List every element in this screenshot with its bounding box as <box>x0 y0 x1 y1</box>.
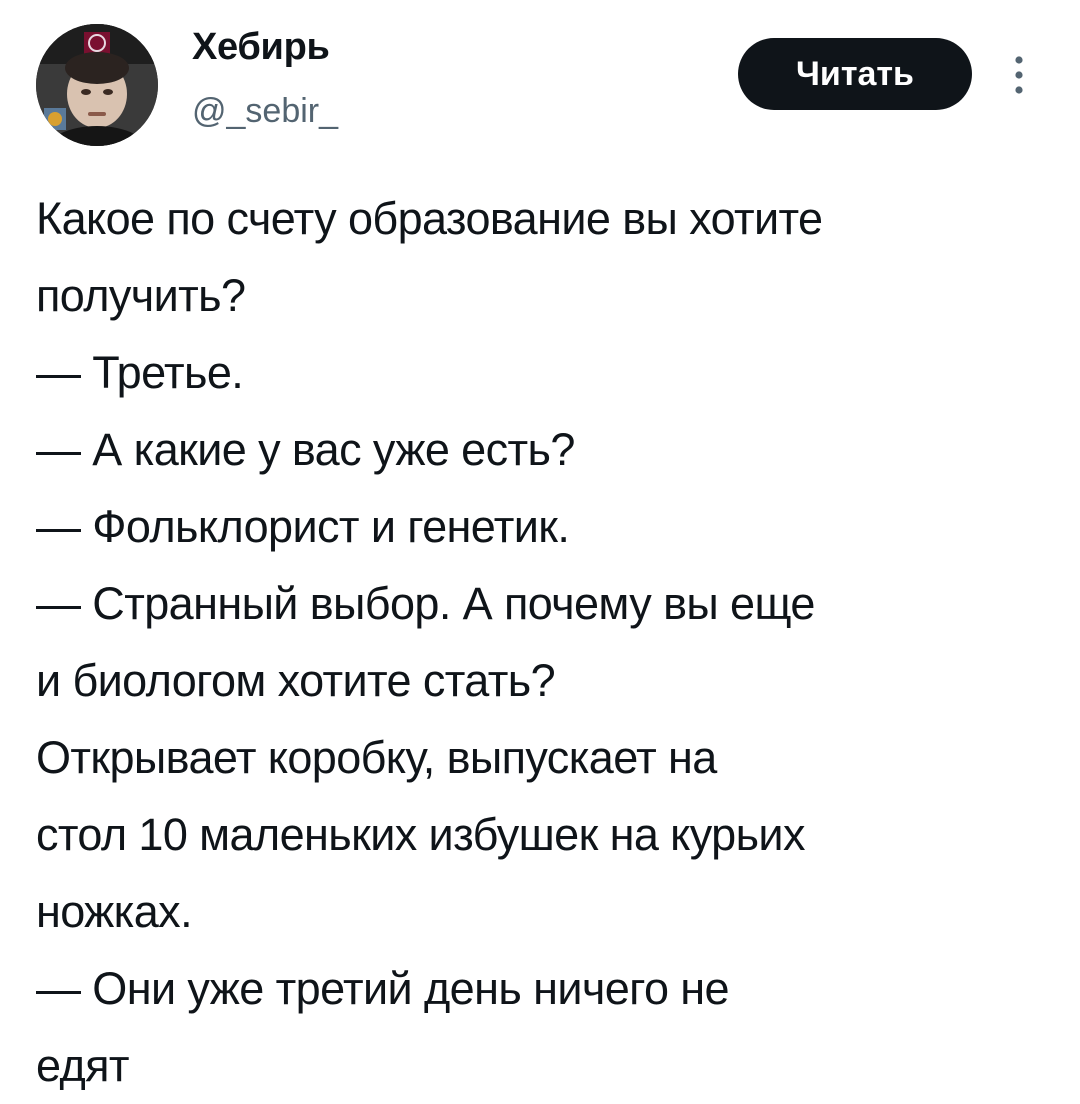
tweet-line: — А какие у вас уже есть? <box>36 424 575 475</box>
vertical-ellipsis-icon <box>1015 56 1023 94</box>
author-handle[interactable]: @_sebir_ <box>192 92 338 131</box>
tweet-line: едят <box>36 1040 129 1091</box>
tweet-line: — Они уже третий день ничего не <box>36 963 730 1014</box>
tweet-line: ножках. <box>36 886 193 937</box>
tweet-line: — Странный выбор. А почему вы еще <box>36 578 815 629</box>
author-display-name[interactable]: Хебирь <box>192 26 330 69</box>
tweet-line: стол 10 маленьких избушек на курьих <box>36 809 805 860</box>
tweet-text: Какое по счету образование вы хотите пол… <box>36 180 1046 1104</box>
tweet-line: и биологом хотите стать? <box>36 655 556 706</box>
more-options-button[interactable] <box>1002 50 1036 100</box>
user-avatar-photo-icon <box>36 24 158 146</box>
follow-button[interactable]: Читать <box>738 38 972 110</box>
tweet-line: получить? <box>36 270 246 321</box>
tweet-line: — Третье. <box>36 347 244 398</box>
tweet-line: Какое по счету образование вы хотите <box>36 193 823 244</box>
avatar[interactable] <box>36 24 158 146</box>
tweet-header: Хебирь @_sebir_ Читать <box>0 0 1080 160</box>
tweet-line: Открывает коробку, выпускает на <box>36 732 717 783</box>
tweet-line: — Фольклорист и генетик. <box>36 501 570 552</box>
